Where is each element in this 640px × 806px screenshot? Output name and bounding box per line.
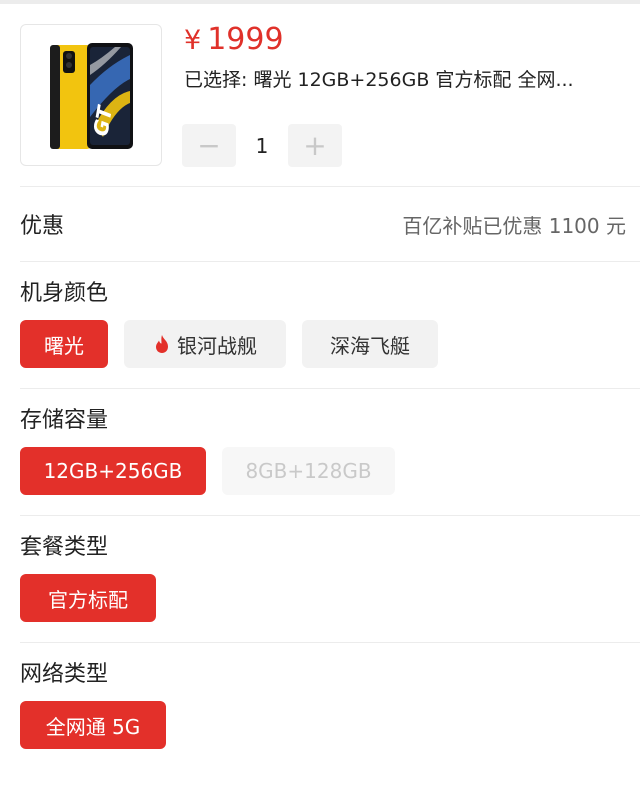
price-value: 1999 [207,22,284,57]
option-label: 深海飞艇 [330,333,410,358]
quantity-stepper: − 1 + [182,124,342,167]
storage-option-8gb-128gb: 8GB+128GB [222,447,395,495]
discount-row[interactable]: 优惠 百亿补贴已优惠 1100 元 [20,200,626,248]
decrease-quantity-button[interactable]: − [182,124,236,167]
package-option-official[interactable]: 官方标配 [20,574,156,622]
divider [20,186,640,187]
color-options: 曙光 银河战舰 深海飞艇 [20,320,438,368]
flame-icon [153,334,171,354]
storage-option-12gb-256gb[interactable]: 12GB+256GB [20,447,206,495]
divider [20,642,640,643]
color-option-shuguang[interactable]: 曙光 [20,320,108,368]
option-label: 12GB+256GB [43,459,183,483]
storage-section-title: 存储容量 [20,408,109,433]
increase-quantity-button[interactable]: + [288,124,342,167]
package-options: 官方标配 [20,574,156,622]
quantity-value[interactable]: 1 [236,134,288,158]
divider [20,515,640,516]
color-option-shenhai[interactable]: 深海飞艇 [302,320,438,368]
plus-icon: + [303,129,327,162]
price: ¥ 1999 [184,20,284,60]
divider [20,388,640,389]
color-section-title: 机身颜色 [20,281,109,306]
option-label: 曙光 [44,333,84,358]
network-section-title: 网络类型 [20,662,109,687]
option-label: 全网通 5G [45,714,141,739]
discount-label: 优惠 [20,214,65,239]
divider [20,261,640,262]
option-label: 银河战舰 [177,333,257,358]
storage-options: 12GB+256GB 8GB+128GB [20,447,395,495]
network-option-5g[interactable]: 全网通 5G [20,701,166,749]
discount-value: 百亿补贴已优惠 1100 元 [402,213,626,238]
selected-options-summary: 已选择: 曙光 12GB+256GB 官方标配 全网... [184,69,574,91]
top-divider [0,0,640,4]
package-section-title: 套餐类型 [20,535,109,560]
option-label: 8GB+128GB [245,459,372,483]
product-image[interactable]: GT [20,24,162,166]
option-label: 官方标配 [48,587,128,612]
phone-image: GT [50,43,133,149]
minus-icon: − [197,129,221,162]
network-options: 全网通 5G [20,701,166,749]
color-option-yinhe[interactable]: 银河战舰 [124,320,286,368]
currency-symbol: ¥ [184,25,202,56]
